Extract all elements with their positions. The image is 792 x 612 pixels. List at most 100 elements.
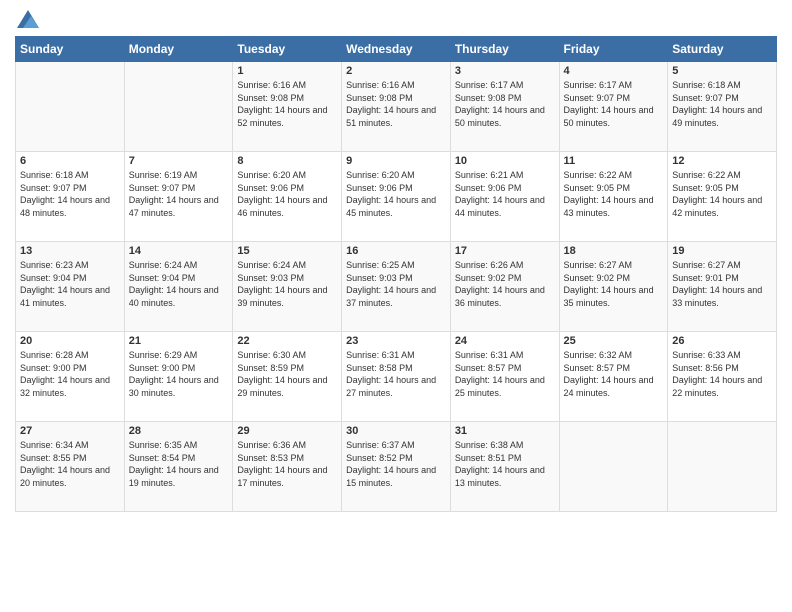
- day-number: 26: [672, 335, 772, 347]
- day-info: Sunrise: 6:27 AMSunset: 9:01 PMDaylight:…: [672, 259, 772, 309]
- day-cell: 11 Sunrise: 6:22 AMSunset: 9:05 PMDayligh…: [559, 152, 668, 242]
- day-info: Sunrise: 6:17 AMSunset: 9:08 PMDaylight:…: [455, 79, 555, 129]
- day-cell: 22Sunrise: 6:30 AMSunset: 8:59 PMDayligh…: [233, 332, 342, 422]
- day-cell: [124, 62, 233, 152]
- day-info: Sunrise: 6:22 AMSunset: 9:05 PMDaylight:…: [564, 169, 664, 219]
- day-cell: 7 Sunrise: 6:19 AMSunset: 9:07 PMDaylight…: [124, 152, 233, 242]
- week-row-1: 1 Sunrise: 6:16 AMSunset: 9:08 PMDaylight…: [16, 62, 777, 152]
- calendar: SundayMondayTuesdayWednesdayThursdayFrid…: [15, 36, 777, 512]
- day-number: 29: [237, 425, 337, 437]
- day-info: Sunrise: 6:29 AMSunset: 9:00 PMDaylight:…: [129, 349, 229, 399]
- day-number: 16: [346, 245, 446, 257]
- day-info: Sunrise: 6:20 AMSunset: 9:06 PMDaylight:…: [346, 169, 446, 219]
- day-number: 6: [20, 155, 120, 167]
- day-cell: 13Sunrise: 6:23 AMSunset: 9:04 PMDayligh…: [16, 242, 125, 332]
- week-row-2: 6 Sunrise: 6:18 AMSunset: 9:07 PMDaylight…: [16, 152, 777, 242]
- day-cell: 29 Sunrise: 6:36 AMSunset: 8:53 PMDayligh…: [233, 422, 342, 512]
- day-cell: 21Sunrise: 6:29 AMSunset: 9:00 PMDayligh…: [124, 332, 233, 422]
- day-info: Sunrise: 6:31 AMSunset: 8:57 PMDaylight:…: [455, 349, 555, 399]
- day-number: 10: [455, 155, 555, 167]
- day-info: Sunrise: 6:21 AMSunset: 9:06 PMDaylight:…: [455, 169, 555, 219]
- page: SundayMondayTuesdayWednesdayThursdayFrid…: [0, 0, 792, 612]
- week-row-3: 13Sunrise: 6:23 AMSunset: 9:04 PMDayligh…: [16, 242, 777, 332]
- weekday-monday: Monday: [124, 37, 233, 62]
- day-number: 25: [564, 335, 664, 347]
- day-info: Sunrise: 6:24 AMSunset: 9:03 PMDaylight:…: [237, 259, 337, 309]
- day-number: 4: [564, 65, 664, 77]
- day-cell: 12 Sunrise: 6:22 AMSunset: 9:05 PMDayligh…: [668, 152, 777, 242]
- day-info: Sunrise: 6:32 AMSunset: 8:57 PMDaylight:…: [564, 349, 664, 399]
- day-cell: 9Sunrise: 6:20 AMSunset: 9:06 PMDaylight…: [342, 152, 451, 242]
- day-cell: 26 Sunrise: 6:33 AMSunset: 8:56 PMDayligh…: [668, 332, 777, 422]
- day-number: 19: [672, 245, 772, 257]
- day-cell: 23Sunrise: 6:31 AMSunset: 8:58 PMDayligh…: [342, 332, 451, 422]
- day-cell: 8 Sunrise: 6:20 AMSunset: 9:06 PMDaylight…: [233, 152, 342, 242]
- day-cell: 25 Sunrise: 6:32 AMSunset: 8:57 PMDayligh…: [559, 332, 668, 422]
- day-cell: 3 Sunrise: 6:17 AMSunset: 9:08 PMDaylight…: [450, 62, 559, 152]
- week-row-4: 20Sunrise: 6:28 AMSunset: 9:00 PMDayligh…: [16, 332, 777, 422]
- day-info: Sunrise: 6:37 AMSunset: 8:52 PMDaylight:…: [346, 439, 446, 489]
- day-info: Sunrise: 6:33 AMSunset: 8:56 PMDaylight:…: [672, 349, 772, 399]
- day-cell: [16, 62, 125, 152]
- day-info: Sunrise: 6:19 AMSunset: 9:07 PMDaylight:…: [129, 169, 229, 219]
- day-cell: 30 Sunrise: 6:37 AMSunset: 8:52 PMDayligh…: [342, 422, 451, 512]
- day-info: Sunrise: 6:25 AMSunset: 9:03 PMDaylight:…: [346, 259, 446, 309]
- day-number: 11: [564, 155, 664, 167]
- day-info: Sunrise: 6:16 AMSunset: 9:08 PMDaylight:…: [346, 79, 446, 129]
- day-cell: 16 Sunrise: 6:25 AMSunset: 9:03 PMDayligh…: [342, 242, 451, 332]
- day-number: 15: [237, 245, 337, 257]
- day-cell: 24 Sunrise: 6:31 AMSunset: 8:57 PMDayligh…: [450, 332, 559, 422]
- day-info: Sunrise: 6:18 AMSunset: 9:07 PMDaylight:…: [20, 169, 120, 219]
- day-number: 1: [237, 65, 337, 77]
- weekday-sunday: Sunday: [16, 37, 125, 62]
- day-info: Sunrise: 6:26 AMSunset: 9:02 PMDaylight:…: [455, 259, 555, 309]
- day-info: Sunrise: 6:22 AMSunset: 9:05 PMDaylight:…: [672, 169, 772, 219]
- day-cell: 14Sunrise: 6:24 AMSunset: 9:04 PMDayligh…: [124, 242, 233, 332]
- day-number: 2: [346, 65, 446, 77]
- day-number: 31: [455, 425, 555, 437]
- day-cell: 15 Sunrise: 6:24 AMSunset: 9:03 PMDayligh…: [233, 242, 342, 332]
- day-cell: 6 Sunrise: 6:18 AMSunset: 9:07 PMDaylight…: [16, 152, 125, 242]
- day-info: Sunrise: 6:23 AMSunset: 9:04 PMDaylight:…: [20, 259, 120, 309]
- day-info: Sunrise: 6:17 AMSunset: 9:07 PMDaylight:…: [564, 79, 664, 129]
- weekday-friday: Friday: [559, 37, 668, 62]
- day-info: Sunrise: 6:36 AMSunset: 8:53 PMDaylight:…: [237, 439, 337, 489]
- day-info: Sunrise: 6:34 AMSunset: 8:55 PMDaylight:…: [20, 439, 120, 489]
- day-number: 30: [346, 425, 446, 437]
- day-info: Sunrise: 6:27 AMSunset: 9:02 PMDaylight:…: [564, 259, 664, 309]
- day-number: 12: [672, 155, 772, 167]
- day-cell: 1 Sunrise: 6:16 AMSunset: 9:08 PMDaylight…: [233, 62, 342, 152]
- weekday-header-row: SundayMondayTuesdayWednesdayThursdayFrid…: [16, 37, 777, 62]
- day-cell: [559, 422, 668, 512]
- day-cell: 31 Sunrise: 6:38 AMSunset: 8:51 PMDayligh…: [450, 422, 559, 512]
- day-number: 8: [237, 155, 337, 167]
- logo-icon: [17, 10, 39, 28]
- day-number: 17: [455, 245, 555, 257]
- day-cell: [668, 422, 777, 512]
- day-number: 24: [455, 335, 555, 347]
- day-cell: 5Sunrise: 6:18 AMSunset: 9:07 PMDaylight…: [668, 62, 777, 152]
- day-cell: 28 Sunrise: 6:35 AMSunset: 8:54 PMDayligh…: [124, 422, 233, 512]
- week-row-5: 27 Sunrise: 6:34 AMSunset: 8:55 PMDayligh…: [16, 422, 777, 512]
- day-cell: 18 Sunrise: 6:27 AMSunset: 9:02 PMDayligh…: [559, 242, 668, 332]
- day-cell: 27 Sunrise: 6:34 AMSunset: 8:55 PMDayligh…: [16, 422, 125, 512]
- day-number: 18: [564, 245, 664, 257]
- day-info: Sunrise: 6:16 AMSunset: 9:08 PMDaylight:…: [237, 79, 337, 129]
- weekday-saturday: Saturday: [668, 37, 777, 62]
- weekday-wednesday: Wednesday: [342, 37, 451, 62]
- day-info: Sunrise: 6:35 AMSunset: 8:54 PMDaylight:…: [129, 439, 229, 489]
- day-info: Sunrise: 6:30 AMSunset: 8:59 PMDaylight:…: [237, 349, 337, 399]
- day-number: 14: [129, 245, 229, 257]
- day-info: Sunrise: 6:28 AMSunset: 9:00 PMDaylight:…: [20, 349, 120, 399]
- day-number: 5: [672, 65, 772, 77]
- day-number: 27: [20, 425, 120, 437]
- day-number: 3: [455, 65, 555, 77]
- day-info: Sunrise: 6:38 AMSunset: 8:51 PMDaylight:…: [455, 439, 555, 489]
- day-number: 7: [129, 155, 229, 167]
- day-number: 28: [129, 425, 229, 437]
- day-cell: 10 Sunrise: 6:21 AMSunset: 9:06 PMDayligh…: [450, 152, 559, 242]
- day-cell: 20Sunrise: 6:28 AMSunset: 9:00 PMDayligh…: [16, 332, 125, 422]
- logo: [15, 10, 39, 28]
- day-info: Sunrise: 6:31 AMSunset: 8:58 PMDaylight:…: [346, 349, 446, 399]
- day-info: Sunrise: 6:20 AMSunset: 9:06 PMDaylight:…: [237, 169, 337, 219]
